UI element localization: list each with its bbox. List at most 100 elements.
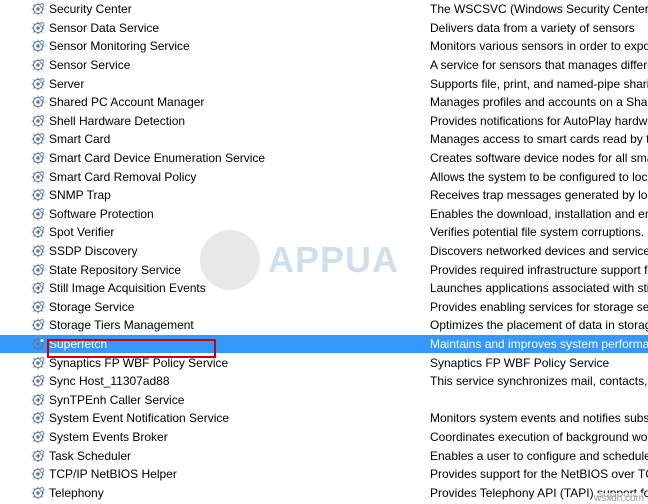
service-row[interactable]: SSDP DiscoveryDiscovers networked device…	[0, 242, 648, 261]
service-name-cell: Task Scheduler	[0, 449, 430, 463]
service-description: Monitors system events and notifies subs…	[430, 411, 648, 425]
source-watermark: wsxdn.com	[594, 493, 644, 504]
service-description: The WSCSVC (Windows Security Center) ser…	[430, 2, 648, 16]
service-name: Synaptics FP WBF Policy Service	[49, 356, 228, 370]
service-name-cell: Shared PC Account Manager	[0, 95, 430, 109]
service-row[interactable]: System Events BrokerCoordinates executio…	[0, 428, 648, 447]
service-name-cell: Sensor Data Service	[0, 21, 430, 35]
service-name: Server	[49, 77, 84, 91]
gear-icon	[31, 95, 45, 109]
service-name: Sensor Service	[49, 58, 130, 72]
service-row[interactable]: Synaptics FP WBF Policy ServiceSynaptics…	[0, 353, 648, 372]
service-row[interactable]: Software ProtectionEnables the download,…	[0, 205, 648, 224]
service-row[interactable]: Smart Card Removal PolicyAllows the syst…	[0, 167, 648, 186]
service-description: Provides enabling services for storage s…	[430, 300, 648, 314]
service-name: Smart Card Device Enumeration Service	[49, 151, 265, 165]
service-description: Verifies potential file system corruptio…	[430, 225, 648, 239]
service-row[interactable]: Smart CardManages access to smart cards …	[0, 130, 648, 149]
service-name-cell: Smart Card	[0, 132, 430, 146]
gear-icon	[31, 225, 45, 239]
service-name-cell: Superfetch	[0, 337, 430, 351]
gear-icon	[31, 430, 45, 444]
gear-icon	[31, 467, 45, 481]
gear-icon	[31, 449, 45, 463]
gear-icon	[31, 207, 45, 221]
service-name-cell: Spot Verifier	[0, 225, 430, 239]
service-name: Sensor Data Service	[49, 21, 159, 35]
service-row[interactable]: Storage Tiers Management Optimizes the pl…	[0, 316, 648, 335]
service-description: A service for sensors that manages diffe…	[430, 58, 648, 72]
service-row[interactable]: Server Supports file, print, and named-pi…	[0, 74, 648, 93]
service-name-cell: Storage Service	[0, 300, 430, 314]
service-description: Provides notifications for AutoPlay hard…	[430, 114, 648, 128]
service-name: TCP/IP NetBIOS Helper	[49, 467, 177, 481]
service-name-cell: TCP/IP NetBIOS Helper	[0, 467, 430, 481]
service-row[interactable]: Task Scheduler Enables a user to configur…	[0, 446, 648, 465]
service-description: Enables a user to configure and schedule…	[430, 449, 648, 463]
gear-icon	[31, 244, 45, 258]
service-description: Monitors various sensors in order to exp…	[430, 39, 648, 53]
gear-icon	[31, 188, 45, 202]
service-row[interactable]: Security CenterThe WSCSVC (Windows Secur…	[0, 0, 648, 19]
service-row[interactable]: Superfetch Maintains and improves system …	[0, 335, 648, 354]
service-row[interactable]: State Repository ServiceProvides require…	[0, 260, 648, 279]
service-row[interactable]: Still Image Acquisition Events Launches a…	[0, 279, 648, 298]
service-row[interactable]: Sensor Monitoring Service Monitors variou…	[0, 37, 648, 56]
service-description: Manages profiles and accounts on a Share…	[430, 95, 648, 109]
service-name-cell: Smart Card Device Enumeration Service	[0, 151, 430, 165]
service-name-cell: Storage Tiers Management	[0, 318, 430, 332]
service-name-cell: Smart Card Removal Policy	[0, 170, 430, 184]
service-description: Delivers data from a variety of sensors	[430, 21, 648, 35]
service-name-cell: SSDP Discovery	[0, 244, 430, 258]
service-name-cell: System Events Broker	[0, 430, 430, 444]
gear-icon	[31, 132, 45, 146]
service-row[interactable]: TelephonyProvides Telephony API (TAPI) s…	[0, 483, 648, 502]
service-description: Maintains and improves system performanc…	[430, 337, 648, 351]
service-description: Optimizes the placement of data in stora…	[430, 318, 648, 332]
service-description: Supports file, print, and named-pipe sha…	[430, 77, 648, 91]
service-name-cell: Shell Hardware Detection	[0, 114, 430, 128]
service-name: Superfetch	[49, 337, 107, 351]
gear-icon	[31, 337, 45, 351]
service-row[interactable]: Storage Service Provides enabling service…	[0, 298, 648, 317]
service-name: Telephony	[49, 486, 104, 500]
gear-icon	[31, 356, 45, 370]
service-row[interactable]: SynTPEnh Caller Service	[0, 390, 648, 409]
service-name-cell: Synaptics FP WBF Policy Service	[0, 356, 430, 370]
service-name: Task Scheduler	[49, 449, 131, 463]
service-description: Launches applications associated with st…	[430, 281, 648, 295]
service-name: System Events Broker	[49, 430, 168, 444]
service-name: Shared PC Account Manager	[49, 95, 204, 109]
service-row[interactable]: Smart Card Device Enumeration ServiceCre…	[0, 149, 648, 168]
gear-icon	[31, 281, 45, 295]
service-name: Storage Tiers Management	[49, 318, 194, 332]
service-row[interactable]: Shell Hardware Detection Provides notific…	[0, 112, 648, 131]
service-name: State Repository Service	[49, 263, 181, 277]
service-row[interactable]: SNMP TrapReceives trap messages generate…	[0, 186, 648, 205]
services-list[interactable]: Security CenterThe WSCSVC (Windows Secur…	[0, 0, 648, 502]
service-row[interactable]: Sensor Service A service for sensors that…	[0, 56, 648, 75]
service-name: SSDP Discovery	[49, 244, 137, 258]
service-name: Sensor Monitoring Service	[49, 39, 190, 53]
gear-icon	[31, 2, 45, 16]
service-name: Still Image Acquisition Events	[49, 281, 206, 295]
service-name: Smart Card Removal Policy	[49, 170, 196, 184]
service-name-cell: Still Image Acquisition Events	[0, 281, 430, 295]
service-row[interactable]: Sync Host_11307ad88This service synchron…	[0, 372, 648, 391]
service-name-cell: State Repository Service	[0, 263, 430, 277]
gear-icon	[31, 486, 45, 500]
service-description: Manages access to smart cards read by th…	[430, 132, 648, 146]
service-row[interactable]: System Event Notification ServiceMonitor…	[0, 409, 648, 428]
service-name: Storage Service	[49, 300, 134, 314]
service-description: This service synchronizes mail, contacts…	[430, 374, 648, 388]
service-name: Shell Hardware Detection	[49, 114, 185, 128]
service-row[interactable]: Sensor Data Service Delivers data from a …	[0, 19, 648, 38]
service-name-cell: Sensor Service	[0, 58, 430, 72]
service-row[interactable]: TCP/IP NetBIOS Helper Provides support fo…	[0, 465, 648, 484]
service-description: Provides support for the NetBIOS over TC…	[430, 467, 648, 481]
service-row[interactable]: Shared PC Account Manager Manages profile…	[0, 93, 648, 112]
service-row[interactable]: Spot VerifierVerifies potential file sys…	[0, 223, 648, 242]
gear-icon	[31, 411, 45, 425]
service-name-cell: System Event Notification Service	[0, 411, 430, 425]
gear-icon	[31, 170, 45, 184]
